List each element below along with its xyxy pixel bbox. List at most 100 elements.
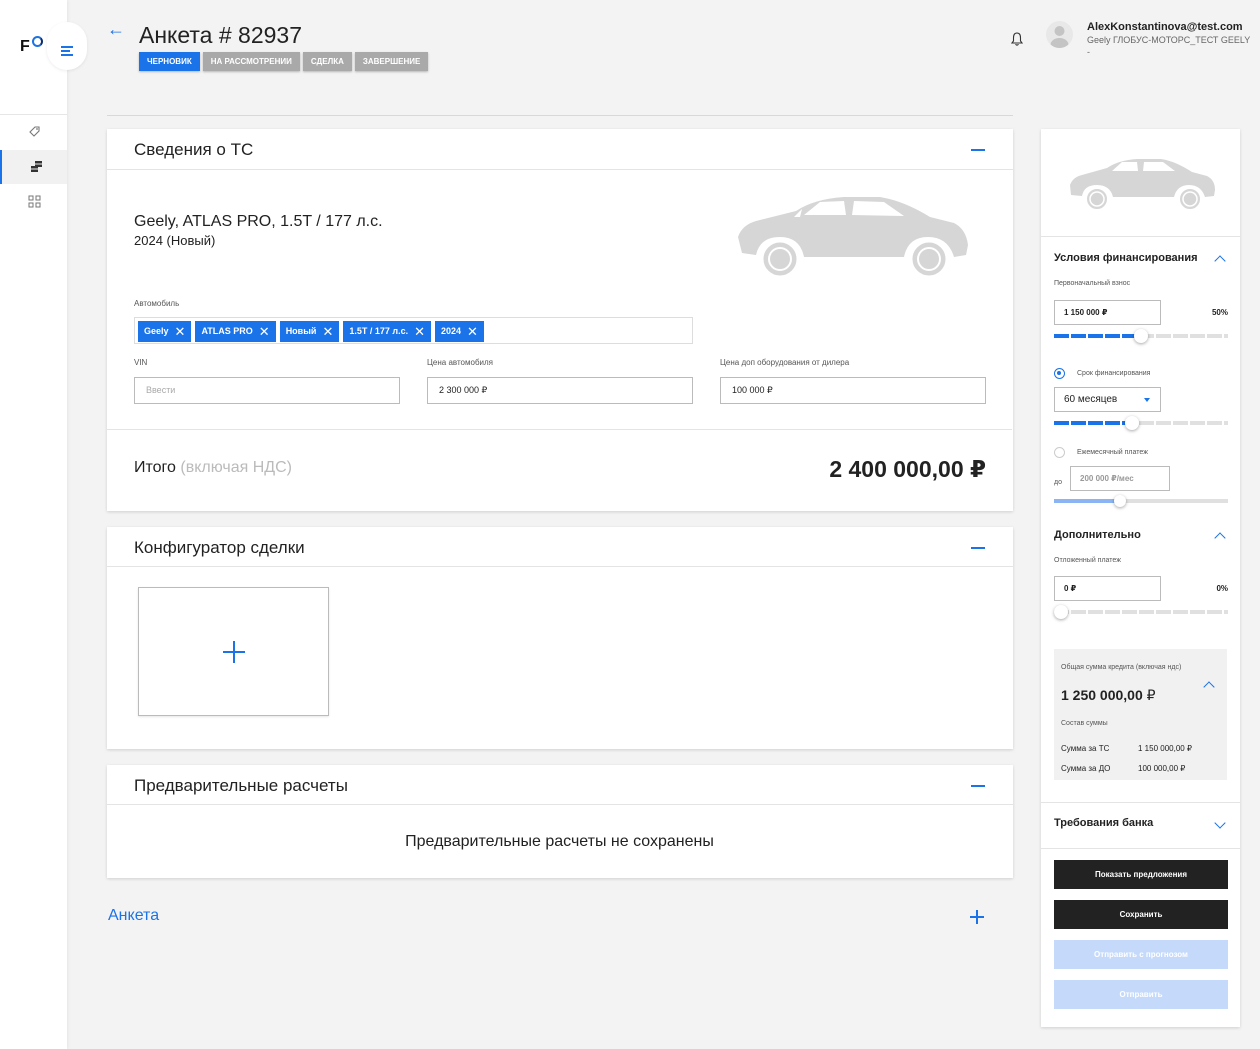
bank-requirements-title[interactable]: Требования банка [1054, 817, 1153, 829]
down-payment-percent: 50% [1211, 308, 1228, 317]
extra-title: Дополнительно [1054, 529, 1141, 541]
chip-engine[interactable]: 1.5T / 177 л.с. ✕ [343, 321, 432, 342]
chevron-up-icon[interactable] [1214, 532, 1226, 544]
menu-toggle-button[interactable] [47, 22, 87, 70]
car-year: 2024 (Новый) [134, 233, 216, 248]
user-organization: Geely ГЛОБУС-МОТОРС_ТЕСТ GEELY [1087, 35, 1251, 45]
show-offers-button[interactable]: Показать предложения [1054, 860, 1228, 889]
car-name: Geely, ATLAS PRO, 1.5T / 177 л.с. [134, 213, 383, 230]
down-payment-label: Первоначальный взнос [1054, 280, 1131, 287]
slider-handle[interactable] [1134, 329, 1148, 343]
stage-deal[interactable]: СДЕЛКА [302, 52, 352, 71]
panel-divider [1041, 802, 1240, 803]
collapse-icon[interactable] [971, 547, 985, 549]
term-radio[interactable] [1054, 368, 1065, 379]
stage-tabs: ЧЕРНОВИК НА РАССМОТРЕНИИ СДЕЛКА ЗАВЕРШЕН… [139, 52, 429, 71]
total-divider [107, 429, 1012, 430]
bell-icon[interactable] [1011, 32, 1023, 46]
auto-chips-field[interactable]: Geely ✕ ATLAS PRO ✕ Новый ✕ 1.5T / 177 л.с.… [134, 317, 693, 344]
chevron-up-icon[interactable] [1203, 681, 1215, 693]
term-label: Срок финансирования [1077, 370, 1151, 377]
tag-icon [29, 126, 40, 137]
sidebar-item-deals[interactable] [0, 150, 67, 184]
vin-input[interactable]: Ввести [134, 377, 400, 404]
chip-brand[interactable]: Geely ✕ [138, 321, 192, 342]
term-slider[interactable] [1054, 416, 1228, 430]
extra-equipment-label: Цена доп оборудования от дилера [720, 358, 850, 367]
caret-down-icon [1144, 398, 1150, 402]
calculations-card-title: Предварительные расчеты [134, 776, 348, 795]
credit-sum-label: Общая сумма кредита (включая ндс) [1061, 664, 1182, 671]
slider-handle[interactable] [1114, 495, 1127, 507]
sum-vehicle-value: 1 150 000,00 ₽ [1138, 744, 1193, 753]
deferred-slider[interactable] [1054, 605, 1228, 619]
total-value: 2 400 000,00 ₽ [829, 456, 986, 482]
sum-extra-value: 100 000,00 ₽ [1138, 764, 1186, 773]
financing-title: Условия финансирования [1054, 252, 1198, 264]
collapse-icon[interactable] [971, 149, 985, 151]
coins-icon [31, 161, 42, 172]
sidebar-item-applications[interactable] [0, 115, 67, 149]
composition-label: Состав суммы [1061, 720, 1108, 727]
credit-sum-value: 1 250 000,00 ₽ [1061, 687, 1156, 703]
price-input[interactable]: 2 300 000 ₽ [427, 377, 693, 404]
chip-close-icon[interactable]: ✕ [259, 321, 270, 342]
send-button[interactable]: Отправить [1054, 980, 1228, 1009]
vehicle-card: Сведения о ТС Geely, ATLAS PRO, 1.5T / 1… [107, 129, 1013, 511]
deferred-percent: 0% [1216, 584, 1228, 593]
save-button[interactable]: Сохранить [1054, 900, 1228, 929]
chip-close-icon[interactable]: ✕ [414, 321, 425, 342]
monthly-radio[interactable] [1054, 447, 1065, 458]
chevron-up-icon[interactable] [1214, 255, 1226, 267]
deferred-input[interactable]: 0 ₽ [1054, 576, 1161, 601]
logo: F [20, 36, 43, 56]
plus-icon[interactable] [970, 910, 984, 924]
user-extra: - [1087, 47, 1090, 57]
anketa-section-link[interactable]: Анкета [108, 907, 159, 925]
deferred-label: Отложенный платеж [1054, 557, 1121, 564]
panel-divider [1041, 236, 1240, 237]
down-payment-input[interactable]: 1 150 000 ₽ [1054, 300, 1161, 325]
stage-review[interactable]: НА РАССМОТРЕНИИ [202, 52, 300, 71]
slider-handle[interactable] [1054, 605, 1068, 619]
sum-vehicle-label: Сумма за ТС [1061, 744, 1110, 753]
collapse-icon[interactable] [971, 785, 985, 787]
chip-close-icon[interactable]: ✕ [322, 321, 333, 342]
chevron-down-icon[interactable] [1214, 817, 1226, 829]
calculations-empty-message: Предварительные расчеты не сохранены [405, 833, 714, 850]
sidebar: F [0, 0, 67, 1049]
vin-label: VIN [134, 358, 148, 367]
back-arrow-icon[interactable]: ← [107, 19, 125, 40]
monthly-slider[interactable] [1054, 495, 1228, 507]
chip-year[interactable]: 2024 ✕ [435, 321, 484, 342]
stage-draft[interactable]: ЧЕРНОВИК [139, 52, 200, 71]
chip-condition[interactable]: Новый ✕ [279, 321, 340, 342]
add-configuration-button[interactable] [138, 587, 329, 716]
financing-panel: Условия финансирования Первоначальный вз… [1041, 129, 1240, 1027]
vehicle-card-header: Сведения о ТС [107, 129, 1013, 170]
chip-close-icon[interactable]: ✕ [175, 321, 186, 342]
car-silhouette-icon [738, 197, 968, 279]
credit-summary: Общая сумма кредита (включая ндс) 1 250 … [1054, 649, 1227, 780]
term-select[interactable]: 60 месяцев [1054, 387, 1161, 412]
total-label: Итого (включая НДС) [134, 459, 292, 476]
panel-divider [1041, 848, 1240, 849]
monthly-prefix: до [1054, 479, 1062, 486]
send-with-forecast-button[interactable]: Отправить с прогнозом [1054, 940, 1228, 969]
stage-complete[interactable]: ЗАВЕРШЕНИЕ [354, 52, 429, 71]
calculations-card-header: Предварительные расчеты [107, 765, 1013, 805]
vehicle-card-title: Сведения о ТС [134, 140, 254, 159]
sidebar-item-apps[interactable] [0, 185, 67, 219]
user-icon [1050, 26, 1069, 48]
monthly-input[interactable]: 200 000 ₽/мес [1070, 466, 1170, 491]
car-silhouette-icon [1070, 159, 1215, 211]
avatar[interactable] [1046, 21, 1073, 48]
chip-model[interactable]: ATLAS PRO ✕ [195, 321, 276, 342]
down-payment-slider[interactable] [1054, 329, 1228, 343]
calculations-card: Предварительные расчеты Предварительные … [107, 765, 1013, 878]
extra-equipment-input[interactable]: 100 000 ₽ [720, 377, 986, 404]
header-divider [107, 115, 1013, 116]
slider-handle[interactable] [1125, 416, 1140, 430]
page-title: Анкета # 82937 [139, 22, 302, 48]
chip-close-icon[interactable]: ✕ [467, 321, 478, 342]
